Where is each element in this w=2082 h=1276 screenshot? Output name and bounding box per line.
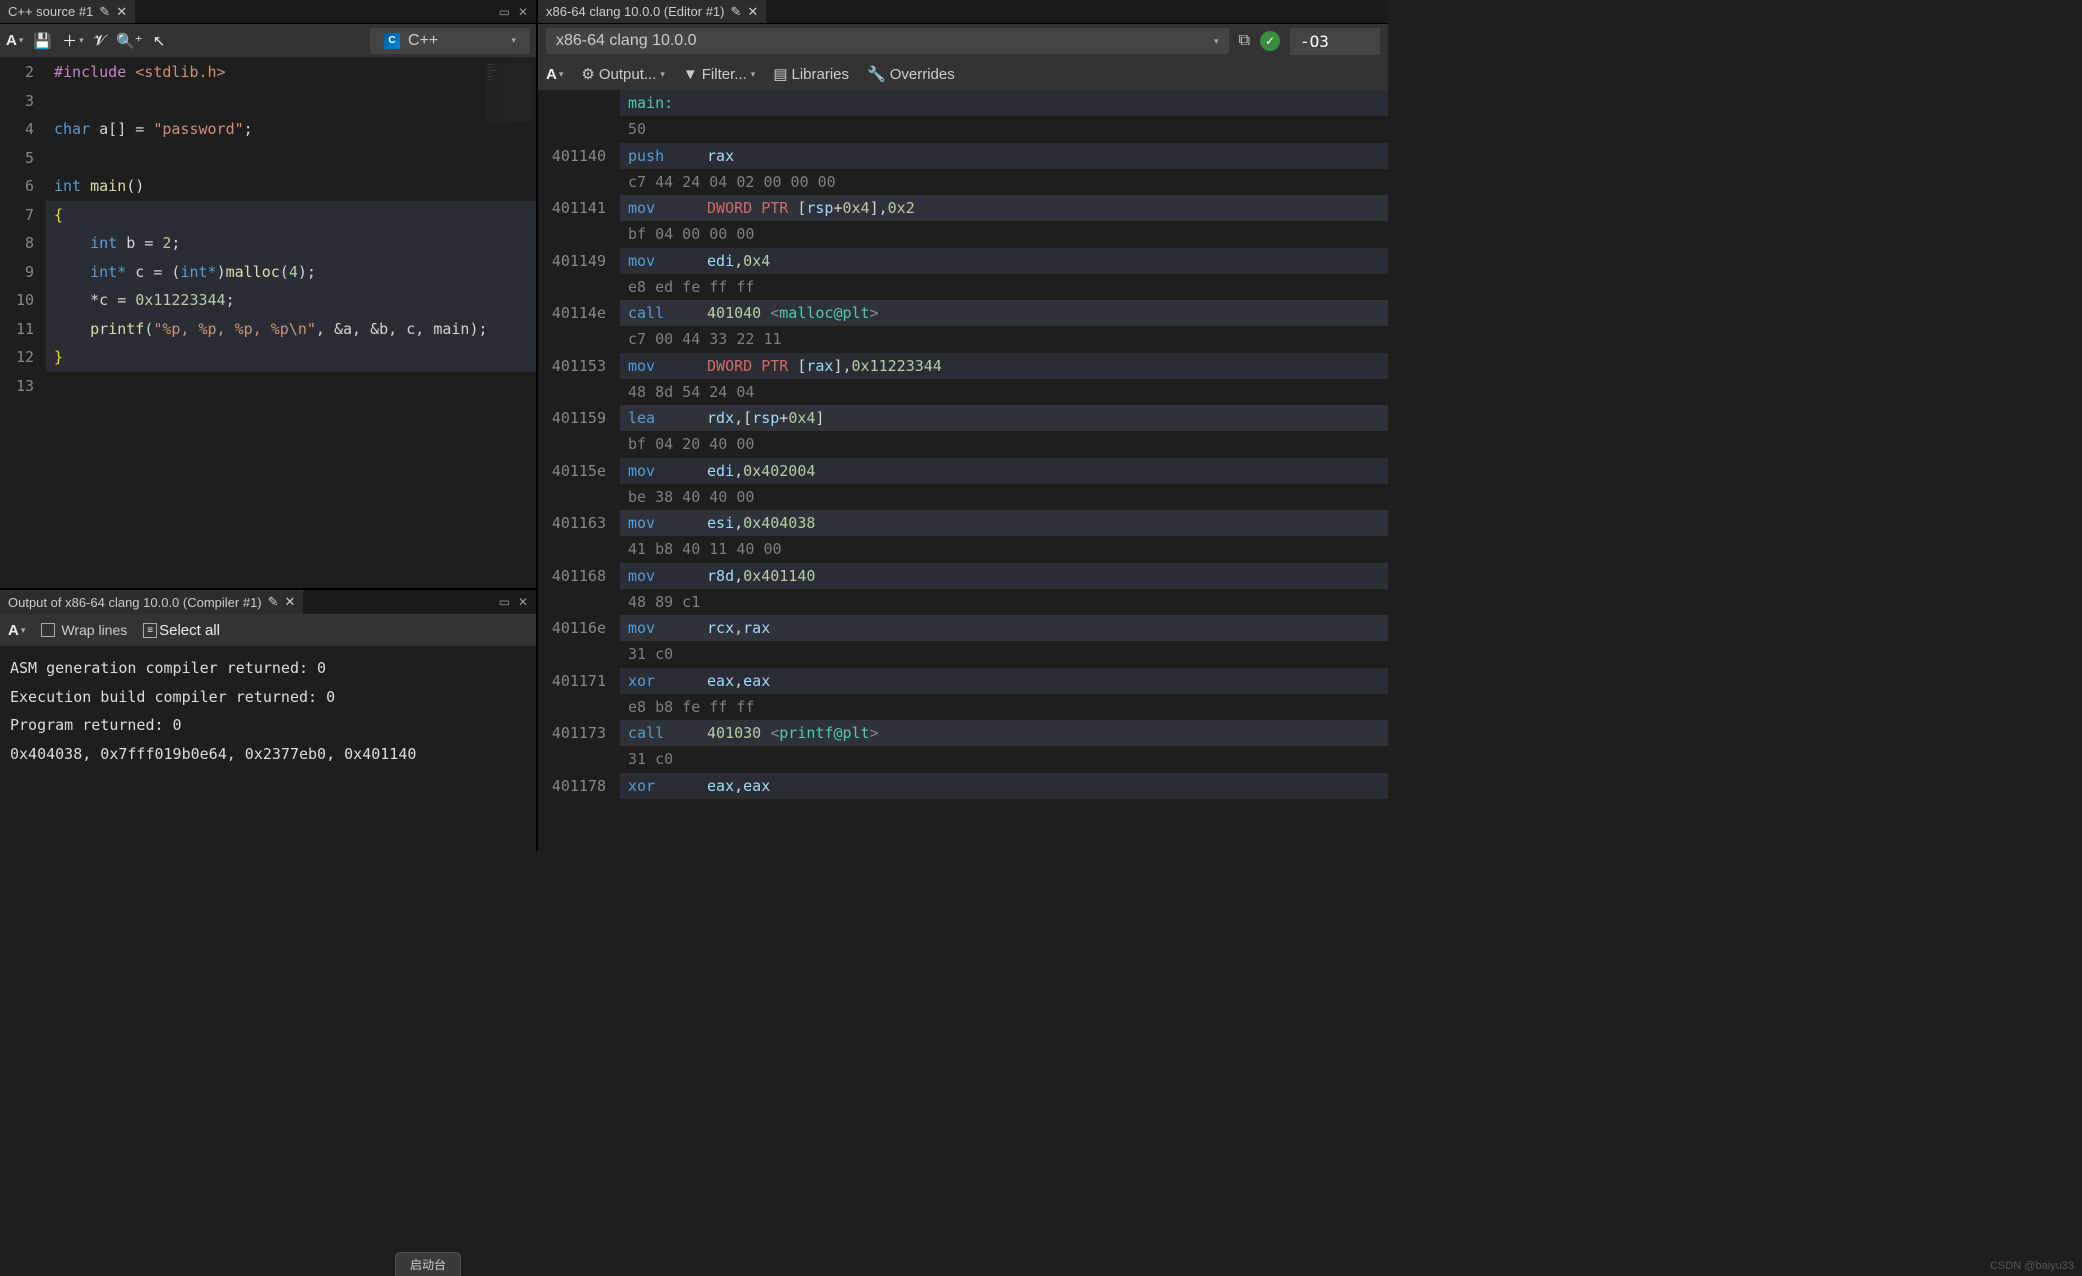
source-tab-bar: C++ source #1 ✎ ✕ ▭ ✕ xyxy=(0,0,536,24)
language-label: C++ xyxy=(408,32,438,50)
filter-dropdown[interactable]: ▼ Filter...▾ xyxy=(683,66,755,83)
chevron-down-icon: ▾ xyxy=(511,35,516,46)
compiler-name: x86-64 clang 10.0.0 xyxy=(556,32,697,50)
output-tab-bar: Output of x86-64 clang 10.0.0 (Compiler … xyxy=(0,590,536,614)
wrap-lines-checkbox[interactable]: Wrap lines xyxy=(41,622,127,638)
vim-icon[interactable]: 𝓥 xyxy=(94,32,107,49)
font-button[interactable]: A▾ xyxy=(6,32,23,49)
add-button[interactable]: ＋▾ xyxy=(62,30,84,51)
external-link-icon[interactable]: ⧉ xyxy=(1239,32,1250,50)
pencil-icon[interactable]: ✎ xyxy=(268,594,279,610)
compiler-tab[interactable]: x86-64 clang 10.0.0 (Editor #1) ✎ ✕ xyxy=(538,0,766,23)
watermark: CSDN @baiyu33 xyxy=(1990,1260,2074,1272)
overrides-button[interactable]: 🔧 Overrides xyxy=(867,65,955,83)
maximize-icon[interactable]: ▭ xyxy=(499,595,510,609)
language-select[interactable]: C C++ ▾ xyxy=(370,28,530,54)
status-ok-icon: ✓ xyxy=(1260,31,1280,51)
select-all-label: Select all xyxy=(159,622,220,639)
maximize-icon[interactable]: ▭ xyxy=(499,5,510,19)
select-all-button[interactable]: ≡ Select all xyxy=(143,622,220,639)
chevron-down-icon: ▾ xyxy=(1214,36,1219,47)
tab-title: C++ source #1 xyxy=(8,4,93,19)
list-icon: ≡ xyxy=(143,623,157,638)
pencil-icon[interactable]: ✎ xyxy=(99,4,110,20)
font-button[interactable]: A▾ xyxy=(8,622,25,639)
output-tab-title: Output of x86-64 clang 10.0.0 (Compiler … xyxy=(8,595,262,610)
compiler-toolbar: x86-64 clang 10.0.0 ▾ ⧉ ✓ xyxy=(538,24,1388,58)
source-toolbar: A▾ 💾 ＋▾ 𝓥 🔍⁺ ↖ C C++ ▾ xyxy=(0,24,536,58)
compiler-flags-input[interactable] xyxy=(1290,28,1380,55)
wrench-icon: 🔧 xyxy=(867,65,886,83)
minimap[interactable]: ▬▬▬▬▬▬▬▬▬▬▬▬▬▬▬ xyxy=(486,62,532,122)
close-icon[interactable]: ✕ xyxy=(285,594,296,610)
output-tab[interactable]: Output of x86-64 clang 10.0.0 (Compiler … xyxy=(0,590,303,614)
checkbox-icon xyxy=(41,623,55,637)
save-icon[interactable]: 💾 xyxy=(33,32,52,50)
output-toolbar: A▾ Wrap lines ≡ Select all xyxy=(0,614,536,646)
close-icon[interactable]: ✕ xyxy=(747,4,758,20)
compiler-tab-title: x86-64 clang 10.0.0 (Editor #1) xyxy=(546,4,725,19)
cpp-logo-icon: C xyxy=(384,33,400,49)
cursor-icon[interactable]: ↖ xyxy=(153,32,166,50)
close-panel-icon[interactable]: ✕ xyxy=(518,595,528,609)
assembly-view[interactable]: main:50401140push raxc7 44 24 04 02 00 0… xyxy=(538,90,1388,851)
close-panel-icon[interactable]: ✕ xyxy=(518,5,528,19)
libraries-button[interactable]: ▤ Libraries xyxy=(773,65,849,83)
launchpad-button[interactable]: 启动台 xyxy=(395,1252,461,1276)
source-editor[interactable]: 2345678910111213 #include <stdlib.h>char… xyxy=(0,58,536,588)
search-icon[interactable]: 🔍⁺ xyxy=(116,32,143,50)
wrap-lines-label: Wrap lines xyxy=(61,622,127,638)
compiler-tab-bar: x86-64 clang 10.0.0 (Editor #1) ✎ ✕ xyxy=(538,0,1388,24)
compiler-select[interactable]: x86-64 clang 10.0.0 ▾ xyxy=(546,28,1229,54)
asm-toolbar: A▾ ⚙ Output...▾ ▼ Filter...▾ ▤ Libraries… xyxy=(538,58,1388,90)
source-tab[interactable]: C++ source #1 ✎ ✕ xyxy=(0,0,135,23)
font-button[interactable]: A▾ xyxy=(546,66,563,83)
output-dropdown[interactable]: ⚙ Output...▾ xyxy=(581,65,665,83)
pencil-icon[interactable]: ✎ xyxy=(731,4,742,20)
output-text[interactable]: ASM generation compiler returned: 0Execu… xyxy=(0,646,536,851)
close-icon[interactable]: ✕ xyxy=(116,4,127,20)
filter-icon: ▼ xyxy=(683,66,698,83)
gear-icon: ⚙ xyxy=(581,65,594,83)
book-icon: ▤ xyxy=(773,65,787,83)
